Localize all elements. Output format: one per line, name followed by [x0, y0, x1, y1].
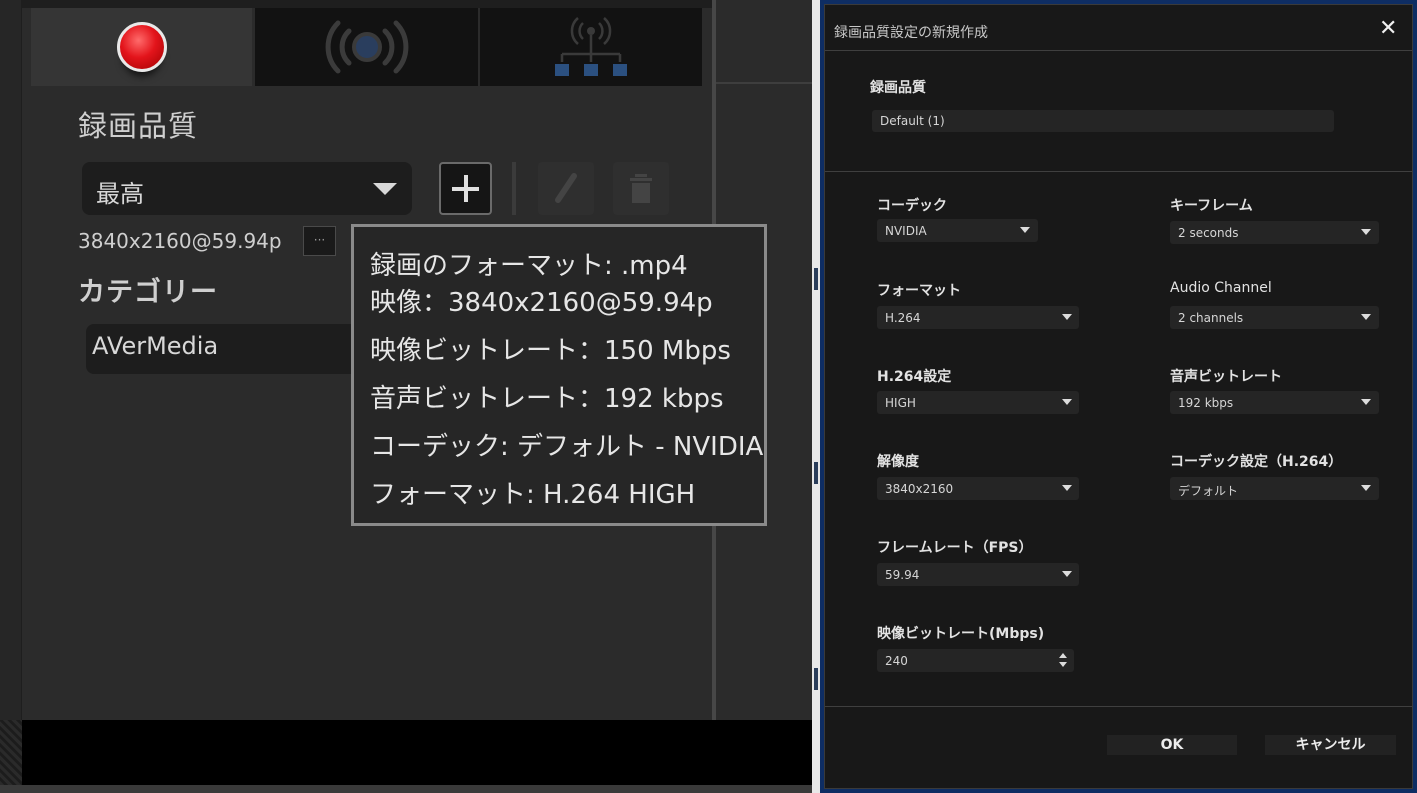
codec-setting-label: コーデック設定（H.264） — [1170, 454, 1343, 470]
keyframe-label: キーフレーム — [1170, 198, 1253, 214]
bottom-bar — [22, 720, 812, 785]
tooltip-line: フォーマット: H.264 HIGH — [370, 480, 696, 510]
edit-quality-button[interactable] — [538, 162, 594, 215]
resolution-select[interactable]: 3840x2160 — [877, 477, 1079, 500]
quality-select-value: 最高 — [96, 180, 144, 208]
divider — [825, 171, 1412, 172]
audio-channel-label: Audio Channel — [1170, 280, 1272, 296]
codec-setting-value: デフォルト — [1178, 484, 1239, 498]
category-select[interactable]: AVerMedia — [86, 324, 366, 374]
pencil-icon — [555, 173, 577, 203]
recording-panel: 録画品質 最高 3840x2160@59.94p ··· カテゴリー AVerM… — [0, 0, 812, 793]
quality-tooltip: 録画のフォーマット: .mp4 映像：3840x2160@59.94p 映像ビッ… — [351, 224, 767, 526]
audio-bitrate-label: 音声ビットレート — [1170, 369, 1282, 385]
category-select-value: AVerMedia — [92, 332, 219, 360]
framerate-select[interactable]: 59.94 — [877, 563, 1079, 586]
add-quality-button[interactable] — [439, 162, 492, 215]
audio-bitrate-select[interactable]: 192 kbps — [1170, 391, 1379, 414]
broadcast-icon — [325, 20, 408, 74]
keyframe-select[interactable]: 2 seconds — [1170, 221, 1379, 244]
trash-icon — [630, 174, 652, 203]
new-quality-dialog: 録画品質設定の新規作成 ✕ 録画品質 Default (1) コーデック NVI… — [820, 0, 1417, 793]
chevron-down-icon — [1361, 485, 1371, 491]
codec-label: コーデック — [877, 198, 947, 214]
dialog-title: 録画品質設定の新規作成 — [834, 25, 988, 41]
chevron-down-icon — [1361, 399, 1371, 405]
chevron-down-icon — [1062, 485, 1072, 491]
video-bitrate-stepper[interactable]: 240 — [877, 649, 1074, 672]
h264-setting-value: HIGH — [885, 396, 916, 410]
ok-button[interactable]: OK — [1107, 735, 1237, 755]
chevron-down-icon — [1361, 314, 1371, 320]
tab-network[interactable] — [480, 8, 702, 86]
quality-select[interactable]: 最高 — [82, 162, 412, 215]
audio-bitrate-value: 192 kbps — [1178, 396, 1234, 410]
chevron-down-icon — [1062, 314, 1072, 320]
tooltip-line: コーデック: デフォルト - NVIDIA — [370, 432, 764, 462]
close-icon[interactable]: ✕ — [1379, 16, 1397, 41]
stepper-down-icon[interactable] — [1059, 662, 1067, 667]
codec-select[interactable]: NVIDIA — [877, 219, 1038, 242]
chevron-down-icon — [1062, 399, 1072, 405]
resolution-text: 3840x2160@59.94p — [78, 229, 282, 253]
record-icon — [116, 22, 167, 72]
format-label: フォーマット — [877, 283, 961, 299]
tooltip-line: 音声ビットレート：192 kbps — [370, 384, 724, 414]
codec-setting-select[interactable]: デフォルト — [1170, 477, 1379, 500]
top-gap — [22, 0, 712, 8]
name-label: 録画品質 — [870, 80, 926, 96]
video-bitrate-label: 映像ビットレート(Mbps) — [877, 626, 1045, 642]
left-strip — [0, 720, 22, 785]
h264-setting-select[interactable]: HIGH — [877, 391, 1079, 414]
divider — [825, 706, 1412, 707]
toolbar-separator — [512, 162, 516, 215]
chevron-down-icon — [1361, 229, 1371, 235]
network-icon — [555, 17, 627, 76]
tooltip-line: 映像ビットレート：150 Mbps — [370, 336, 731, 366]
resolution-value: 3840x2160 — [885, 482, 954, 496]
quality-heading: 録画品質 — [78, 109, 199, 143]
tooltip-line: 録画のフォーマット: .mp4 — [370, 251, 688, 281]
divider — [825, 50, 1412, 51]
stepper-up-icon[interactable] — [1059, 653, 1067, 658]
framerate-value: 59.94 — [885, 568, 920, 582]
tab-recording[interactable] — [31, 8, 252, 86]
tab-streaming[interactable] — [255, 8, 478, 86]
window-divider — [812, 0, 820, 793]
more-info-button[interactable]: ··· — [303, 226, 336, 256]
cancel-button[interactable]: キャンセル — [1265, 735, 1396, 755]
video-bitrate-value: 240 — [885, 654, 908, 668]
format-select[interactable]: H.264 — [877, 306, 1079, 329]
chevron-down-icon — [373, 183, 397, 195]
left-rail — [0, 0, 22, 720]
delete-quality-button[interactable] — [613, 162, 669, 215]
format-value: H.264 — [885, 311, 921, 325]
bottom-edge — [0, 785, 812, 793]
keyframe-value: 2 seconds — [1178, 226, 1239, 240]
tooltip-line: 映像：3840x2160@59.94p — [370, 288, 713, 318]
audio-channel-select[interactable]: 2 channels — [1170, 306, 1379, 329]
framerate-label: フレームレート（FPS） — [877, 540, 1033, 556]
name-input-value: Default (1) — [880, 114, 945, 128]
name-input[interactable]: Default (1) — [872, 110, 1334, 132]
audio-channel-value: 2 channels — [1178, 311, 1244, 325]
dialog-body: 録画品質設定の新規作成 ✕ 録画品質 Default (1) コーデック NVI… — [824, 4, 1413, 789]
category-heading: カテゴリー — [78, 277, 218, 308]
h264-setting-label: H.264設定 — [877, 369, 952, 385]
codec-value: NVIDIA — [885, 224, 927, 238]
chevron-down-icon — [1062, 571, 1072, 577]
chevron-down-icon — [1020, 227, 1030, 233]
resolution-label: 解像度 — [877, 454, 919, 470]
